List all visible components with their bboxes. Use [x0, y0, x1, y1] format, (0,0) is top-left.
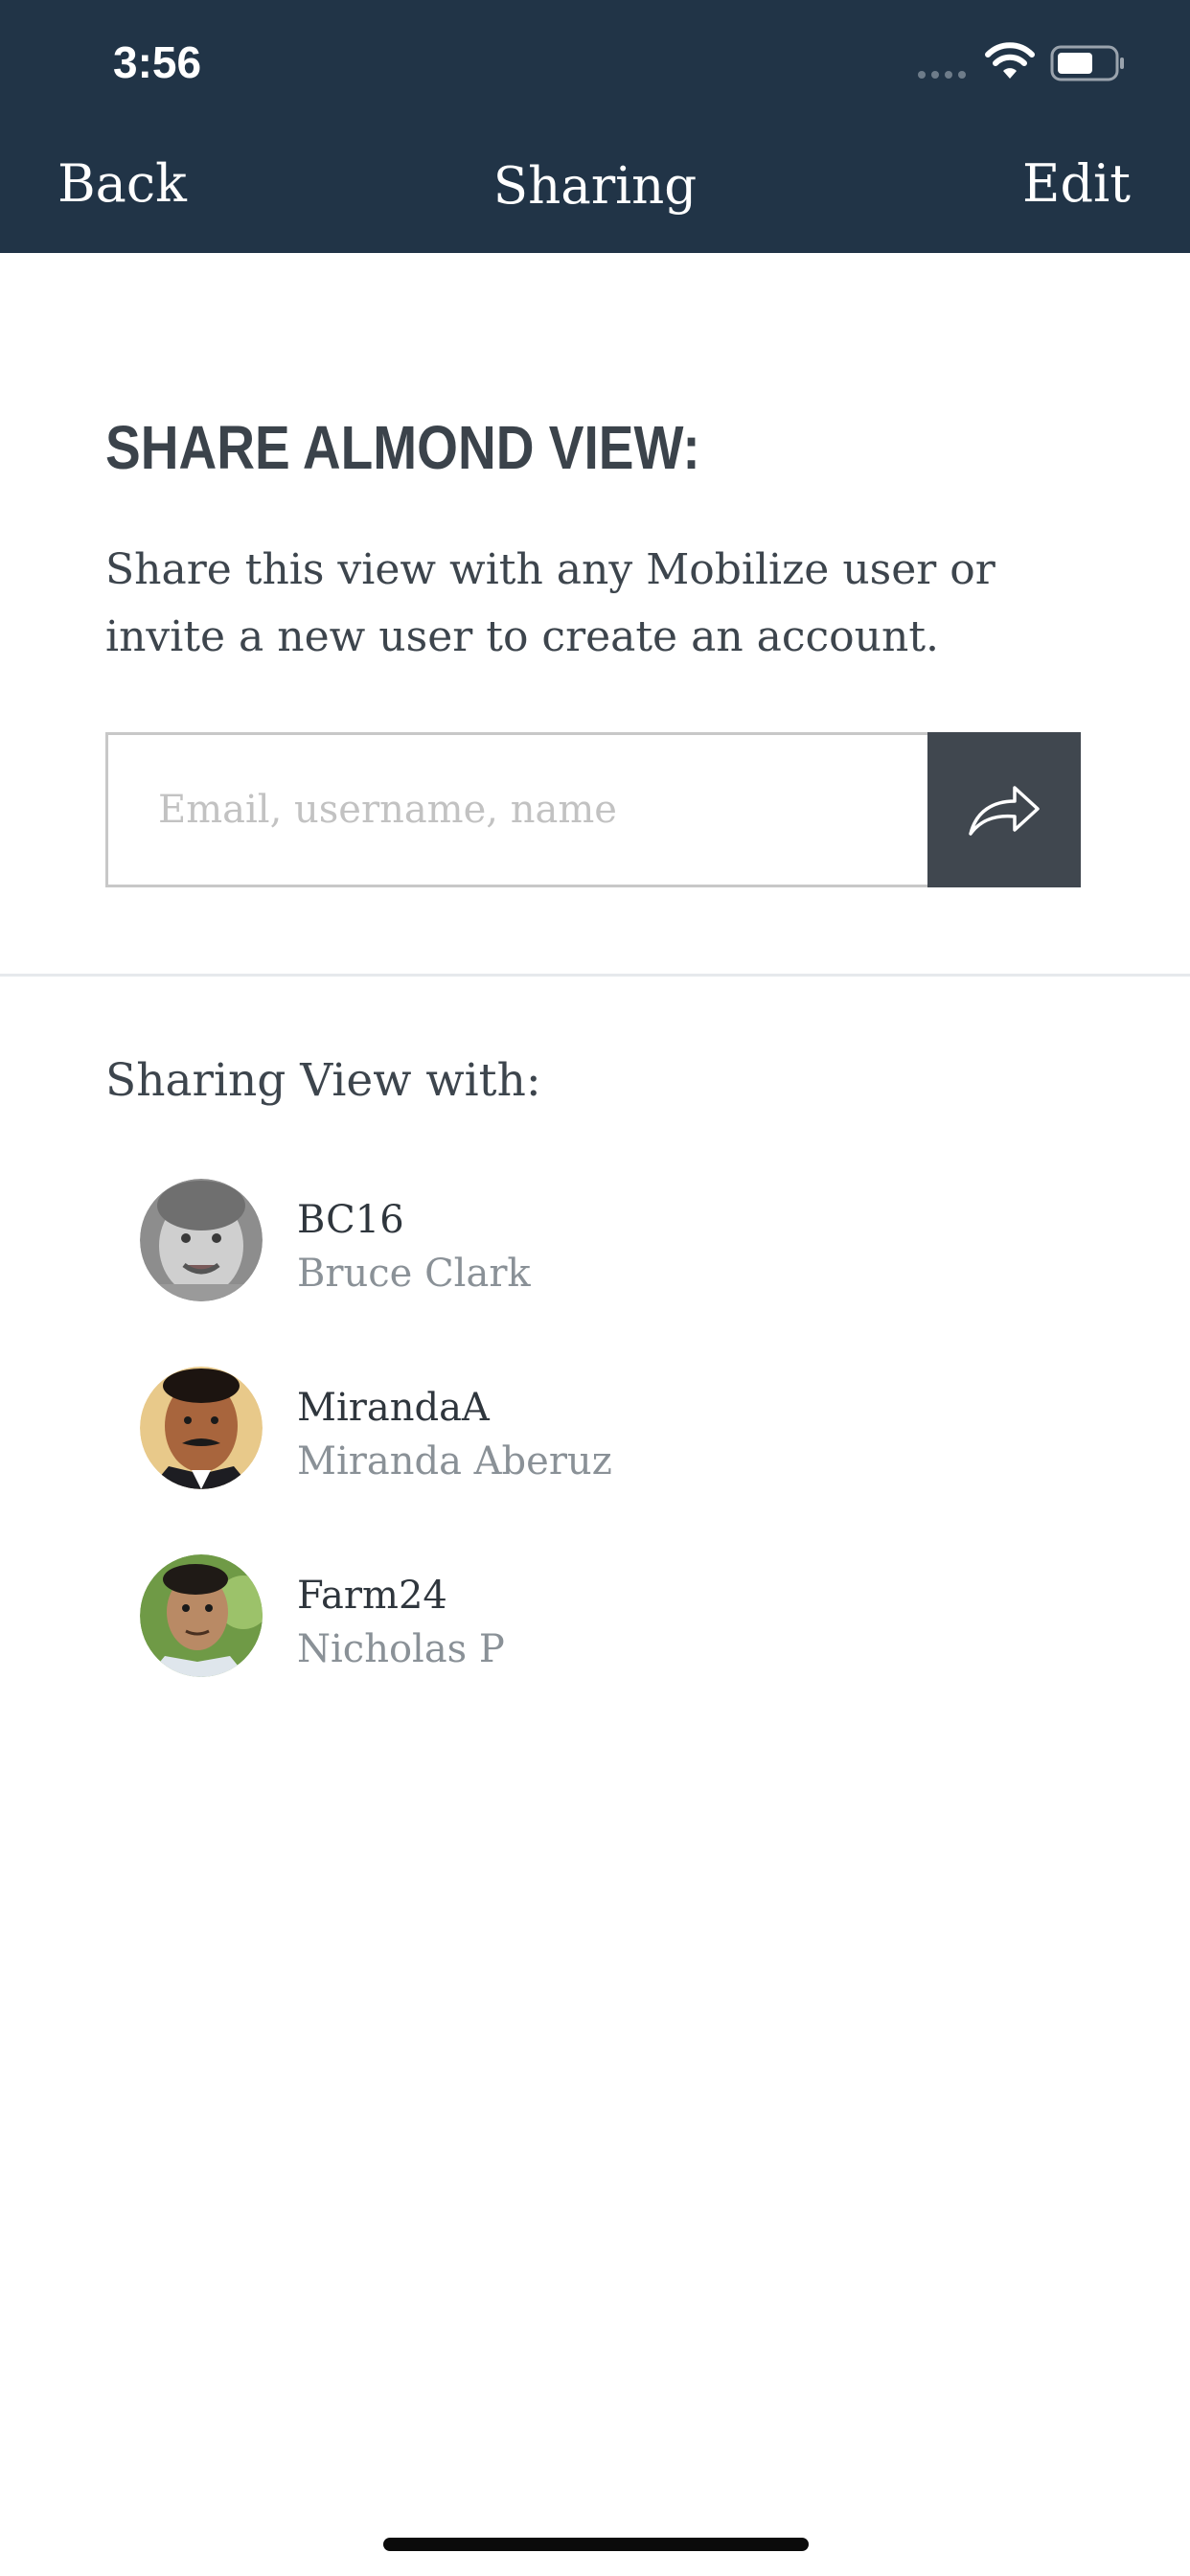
user-row[interactable]: BC16 Bruce Clark [140, 1179, 1098, 1367]
avatar [140, 1367, 263, 1489]
cellular-signal-icon [918, 71, 966, 79]
avatar [140, 1179, 263, 1301]
shared-user-list: BC16 Bruce Clark MirandaA Miranda Aberuz [140, 1179, 1098, 1742]
avatar [140, 1554, 263, 1677]
share-description: Share this view with any Mobilize user o… [105, 545, 995, 661]
user-fullname: Miranda Aberuz [297, 1439, 612, 1484]
share-heading: SHARE ALMOND VIEW: [105, 413, 700, 482]
status-time: 3:56 [113, 37, 202, 87]
user-row[interactable]: MirandaA Miranda Aberuz [140, 1367, 1098, 1554]
battery-icon [1050, 45, 1124, 81]
user-row[interactable]: Farm24 Nicholas P [140, 1554, 1098, 1742]
sharing-list-label: Sharing View with: [105, 1054, 541, 1107]
wifi-icon [985, 42, 1035, 79]
page-title: Sharing [492, 157, 698, 216]
user-username: MirandaA [297, 1386, 490, 1430]
user-username: Farm24 [297, 1574, 447, 1618]
share-send-button[interactable] [927, 732, 1081, 887]
user-fullname: Bruce Clark [297, 1252, 531, 1296]
user-username: BC16 [297, 1198, 404, 1242]
edit-button[interactable]: Edit [1022, 153, 1131, 214]
app-header: 3:56 Back Sharing Edit [0, 0, 1190, 253]
share-arrow-icon [969, 786, 1040, 836]
section-divider [0, 974, 1190, 977]
share-form [105, 732, 1081, 887]
home-indicator[interactable] [383, 2538, 809, 2551]
share-search-input[interactable] [105, 732, 927, 887]
user-fullname: Nicholas P [297, 1627, 505, 1671]
